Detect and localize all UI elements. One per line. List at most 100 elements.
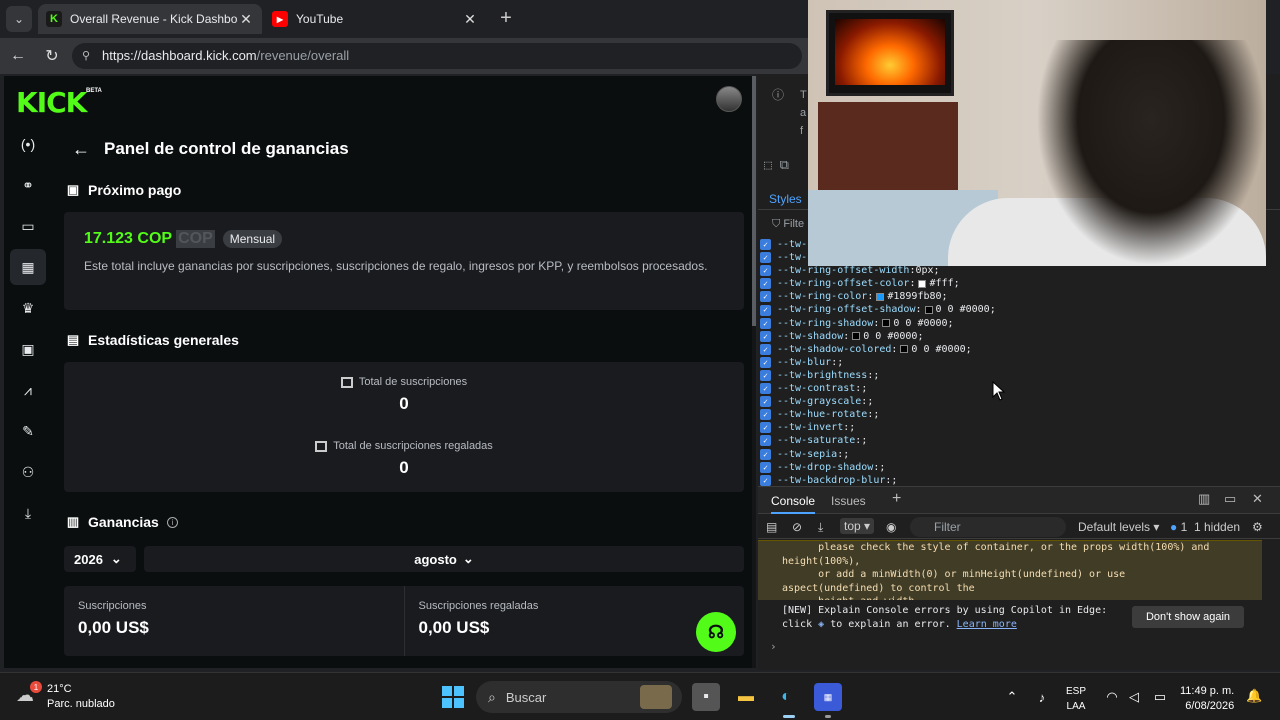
scrollbar-thumb[interactable] (752, 76, 756, 326)
eye-icon[interactable]: ◉ (886, 520, 896, 534)
checkbox-icon[interactable]: ✓ (760, 239, 771, 251)
checkbox-icon[interactable]: ✓ (760, 448, 771, 460)
month-select[interactable]: agosto ⌄ (144, 546, 744, 572)
checkbox-icon[interactable]: ✓ (760, 461, 771, 473)
clock[interactable]: 11:49 p. m. 6/08/2026 (1180, 684, 1234, 714)
new-tab-button[interactable]: + (494, 6, 518, 30)
language-indicator[interactable]: ESP LAA (1066, 684, 1086, 714)
checkbox-icon[interactable]: ✓ (760, 409, 771, 421)
microphone-icon[interactable]: ♪ (1028, 683, 1056, 711)
css-declaration[interactable]: ✓ --tw-hue-rotate: ; (760, 408, 1272, 421)
site-info-icon[interactable]: ⚲ (82, 43, 90, 69)
task-view-icon[interactable]: ▪ (692, 683, 720, 711)
tab-youtube[interactable]: ▶ YouTube ✕ (264, 4, 486, 34)
console-filter-input[interactable]: Filter (910, 517, 1066, 537)
checkbox-icon[interactable]: ✓ (760, 356, 771, 368)
checkbox-icon[interactable]: ✓ (760, 317, 771, 329)
dock-icon[interactable]: ▥ (1198, 491, 1210, 507)
sidebar-item-video[interactable]: ▣ (10, 331, 46, 367)
info-icon[interactable]: i (166, 516, 178, 528)
checkbox-icon[interactable]: ✓ (760, 369, 771, 381)
back-arrow-icon[interactable]: ← (6, 44, 30, 68)
notification-bell-icon[interactable]: 🔔 (1246, 688, 1262, 704)
css-declaration[interactable]: ✓ --tw-contrast: ; (760, 382, 1272, 395)
issues-counter[interactable]: ● 1 (1170, 520, 1187, 534)
file-explorer-icon[interactable]: ▬ (732, 683, 760, 711)
app-icon[interactable]: ▦ (814, 683, 842, 711)
avatar[interactable] (716, 86, 742, 112)
sidebar-toggle-icon[interactable]: ▤ (766, 520, 777, 534)
css-declaration[interactable]: ✓ --tw-backdrop-blur: ; (760, 474, 1272, 487)
css-declaration[interactable]: ✓ --tw-ring-color: #1899fb80; (760, 290, 1272, 303)
color-swatch[interactable] (918, 279, 927, 288)
context-select[interactable]: top ▾ (840, 518, 875, 534)
checkbox-icon[interactable]: ✓ (760, 474, 771, 486)
css-declaration[interactable]: ✓ --tw-blur: ; (760, 356, 1272, 369)
sidebar-item-download[interactable]: ⤓ (10, 495, 46, 531)
checkbox-icon[interactable]: ✓ (760, 343, 771, 355)
checkbox-icon[interactable]: ✓ (760, 383, 771, 395)
styles-filter[interactable]: ⛉ Filte (772, 218, 804, 231)
sidebar-item-trophy[interactable]: ♛ (10, 290, 46, 326)
sidebar-item-window[interactable]: ▭ (10, 208, 46, 244)
css-declaration[interactable]: ✓ --tw-invert: ; (760, 421, 1272, 434)
tab-console[interactable]: Console (771, 494, 816, 514)
copilot-icon[interactable]: ◈ (818, 619, 824, 630)
dont-show-again-button[interactable]: Don't show again (1132, 606, 1244, 628)
edge-icon[interactable]: ◐ (772, 683, 800, 711)
taskbar-search[interactable]: ⌕ Buscar (476, 681, 682, 713)
page-scrollbar[interactable] (752, 76, 756, 668)
close-icon[interactable]: ✕ (462, 11, 478, 28)
css-declaration[interactable]: ✓ --tw-ring-offset-color: #fff; (760, 277, 1272, 290)
levels-select[interactable]: Default levels ▾ (1078, 520, 1159, 534)
color-swatch[interactable] (882, 319, 891, 328)
close-icon[interactable]: ✕ (1252, 491, 1263, 507)
sidebar-item-live[interactable]: (•) (10, 126, 46, 162)
css-declaration[interactable]: ✓ --tw-drop-shadow: ; (760, 461, 1272, 474)
reload-icon[interactable]: ↻ (40, 44, 64, 68)
url-field[interactable]: ⚲ https://dashboard.kick.com/revenue/over… (72, 43, 802, 69)
styles-scrollbar[interactable] (1270, 238, 1278, 484)
css-declaration[interactable]: ✓ --tw-ring-offset-width: 0px; (760, 264, 1272, 277)
css-declaration[interactable]: ✓ --tw-brightness: ; (760, 369, 1272, 382)
css-declaration[interactable]: ✓ --tw-grayscale: ; (760, 395, 1272, 408)
checkbox-icon[interactable]: ✓ (760, 291, 771, 303)
windows-start-icon[interactable] (442, 686, 464, 708)
kick-logo[interactable]: KICK (16, 86, 87, 119)
color-swatch[interactable] (924, 306, 933, 315)
tab-search-dropdown[interactable]: ⌄ (6, 6, 32, 32)
checkbox-icon[interactable]: ✓ (760, 265, 771, 277)
volume-icon[interactable]: ◁ (1120, 683, 1148, 711)
sidebar-item-link[interactable]: ⚭ (10, 167, 46, 203)
sidebar-item-chart[interactable]: ▦ (10, 249, 46, 285)
css-declaration[interactable]: ✓ --tw-ring-shadow: 0 0 #0000; (760, 317, 1272, 330)
tab-styles[interactable]: Styles (769, 192, 802, 206)
console-prompt[interactable]: › (770, 640, 777, 653)
checkbox-icon[interactable]: ✓ (760, 304, 771, 316)
learn-more-link[interactable]: Learn more (957, 619, 1017, 630)
add-tab-icon[interactable]: + (892, 490, 901, 508)
css-declaration[interactable]: ✓ --tw-shadow-colored: 0 0 #0000; (760, 343, 1272, 356)
battery-icon[interactable]: ▭ (1146, 683, 1174, 711)
back-arrow-icon[interactable]: ← (64, 139, 94, 160)
tab-kick-dashboard[interactable]: K Overall Revenue - Kick Dashboard ✕ (38, 4, 262, 34)
inspect-icon[interactable]: ⬚ ⧉ (764, 158, 789, 173)
checkbox-icon[interactable]: ✓ (760, 252, 771, 264)
color-swatch[interactable] (852, 332, 861, 341)
sidebar-item-wrench[interactable]: ✎ (10, 413, 46, 449)
weather-widget[interactable]: ☁ 1 21°C Parc. nublado (16, 681, 115, 712)
undock-icon[interactable]: ▭ (1224, 491, 1236, 507)
year-select[interactable]: 2026 ⌄ (64, 546, 136, 572)
css-declaration[interactable]: ✓ --tw-saturate: ; (760, 434, 1272, 447)
checkbox-icon[interactable]: ✓ (760, 278, 771, 290)
sidebar-item-analytics[interactable]: ⩘ (10, 372, 46, 408)
checkbox-icon[interactable]: ✓ (760, 330, 771, 342)
css-declaration[interactable]: ✓ --tw-sepia: ; (760, 448, 1272, 461)
gear-icon[interactable]: ⚙ (1252, 520, 1263, 534)
checkbox-icon[interactable]: ✓ (760, 435, 771, 447)
chevron-up-icon[interactable]: ⌃ (998, 683, 1026, 711)
css-declaration[interactable]: ✓ --tw-ring-offset-shadow: 0 0 #0000; (760, 303, 1272, 316)
close-icon[interactable]: ✕ (238, 11, 254, 28)
checkbox-icon[interactable]: ✓ (760, 396, 771, 408)
tab-issues[interactable]: Issues (831, 494, 866, 508)
